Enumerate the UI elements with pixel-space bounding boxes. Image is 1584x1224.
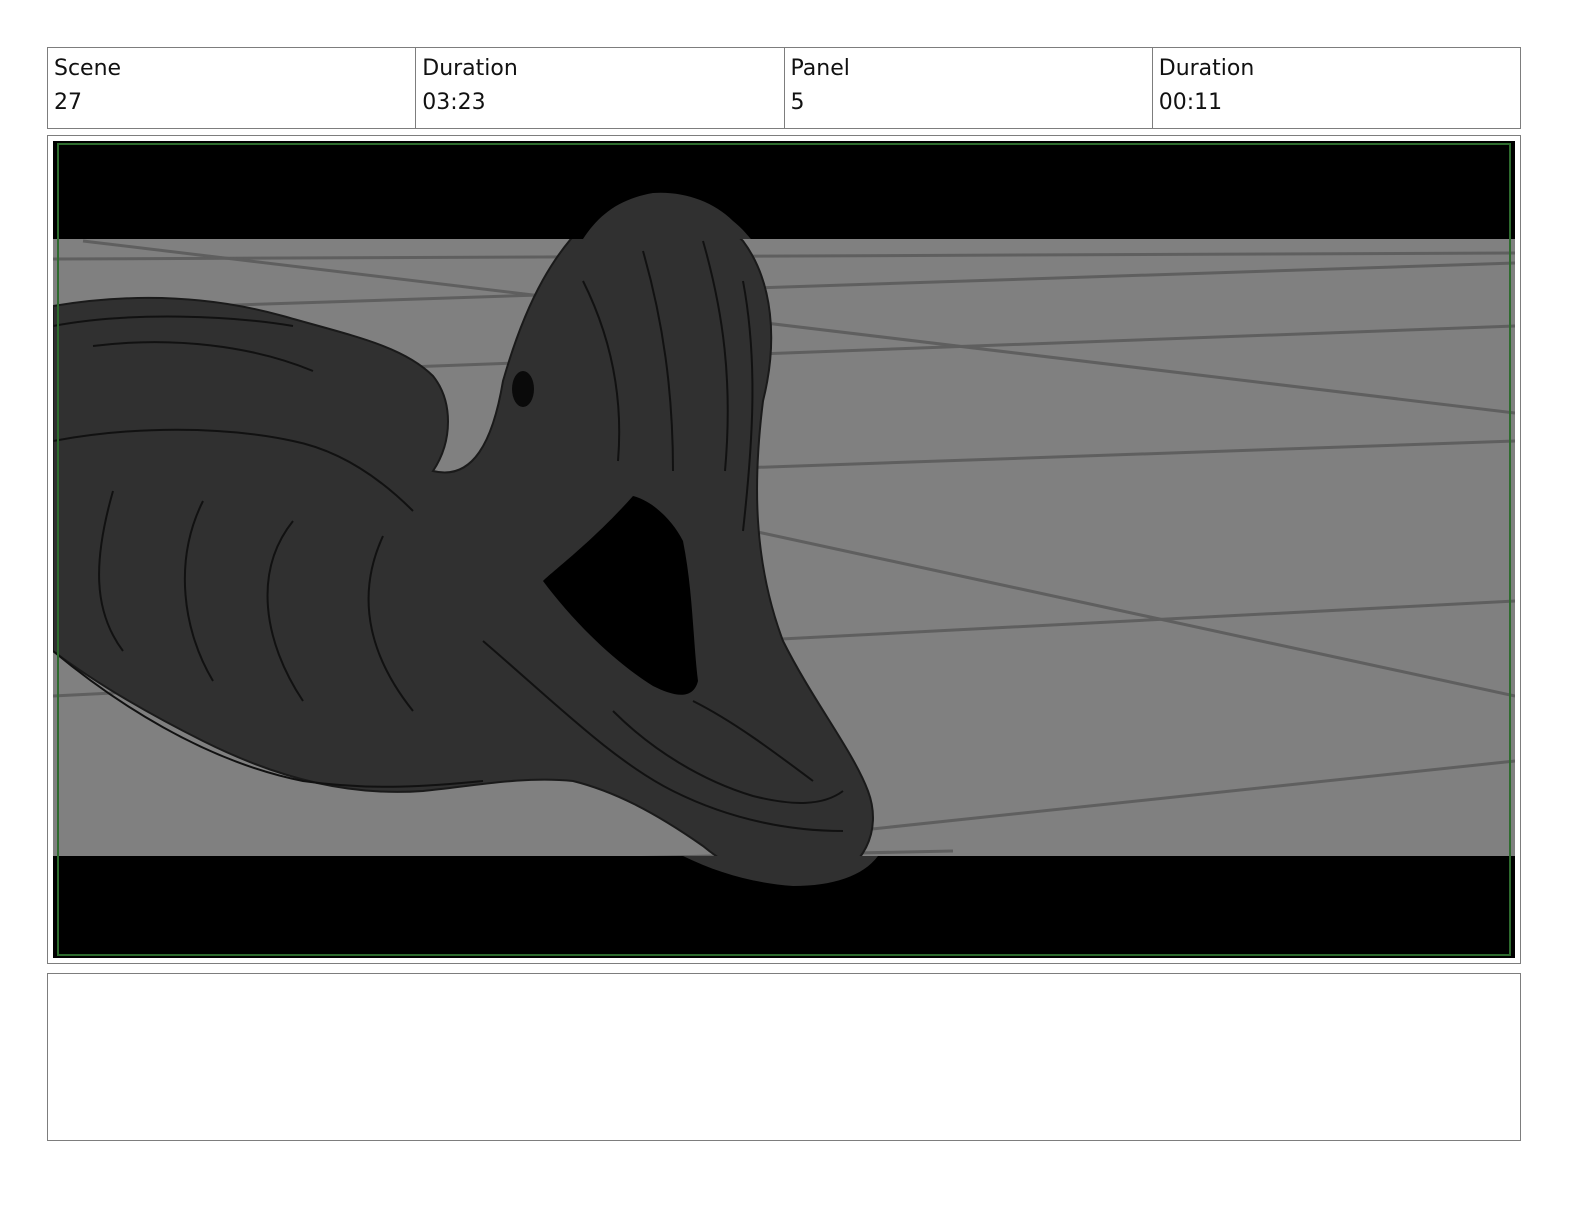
panel-duration-cell: Duration 00:11 [1153,48,1520,128]
scene-cell: Scene 27 [48,48,417,128]
panel-duration-value: 00:11 [1158,90,1223,115]
panel-duration-label: Duration [1158,56,1255,81]
scene-label: Scene [54,56,122,81]
storyboard-frame [47,135,1521,964]
storyboard-drawing [53,141,1515,958]
creature-eye [512,371,534,407]
panel-notes[interactable] [47,973,1521,1141]
panel-label: Panel [790,56,850,81]
scene-duration-cell: Duration 03:23 [416,48,785,128]
letterbox-top [53,141,1515,239]
panel-info-header: Scene 27 Duration 03:23 Panel 5 Duration… [47,47,1521,129]
scene-duration-label: Duration [422,56,518,81]
scene-number: 27 [54,90,82,115]
panel-number: 5 [790,90,805,115]
scene-duration-value: 03:23 [422,90,486,115]
panel-cell: Panel 5 [785,48,1153,128]
